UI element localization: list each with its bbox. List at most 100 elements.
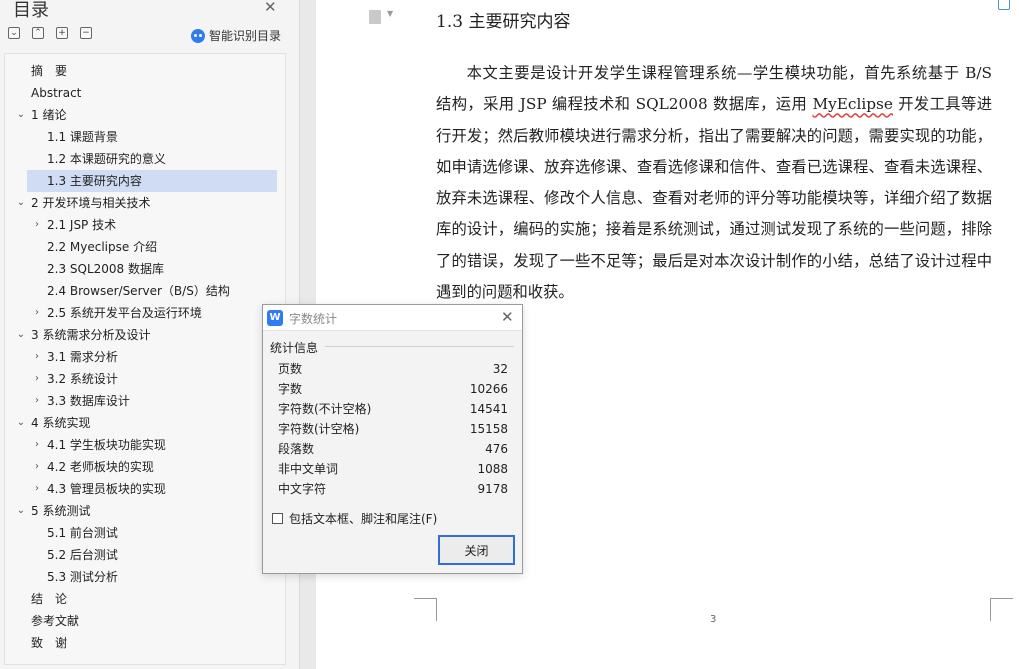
chevron-right-icon[interactable]: ›	[31, 434, 43, 456]
toc-item[interactable]: ⌄ 5 系统测试	[5, 500, 285, 522]
wps-logo-icon: W	[267, 310, 283, 326]
toc-item[interactable]: › 3.2 系统设计	[5, 368, 285, 390]
toc-item[interactable]: ⌄ 4 系统实现	[5, 412, 285, 434]
checkbox-label: 包括文本框、脚注和尾注(F)	[289, 512, 438, 526]
chevron-down-icon[interactable]: ▼	[387, 9, 393, 18]
expand-all-button[interactable]: ⌄	[8, 27, 20, 39]
stats-section-title: 统计信息	[270, 341, 319, 355]
toc-item[interactable]: 摘 要	[5, 60, 285, 82]
toc-item[interactable]: 结 论	[5, 588, 285, 610]
smart-toc-label: 智能识别目录	[209, 29, 282, 43]
toc-item[interactable]: 致 谢	[5, 632, 285, 654]
toc-item[interactable]: 参考文献	[5, 610, 285, 632]
toc-item[interactable]: ⌄ 3 系统需求分析及设计	[5, 324, 285, 346]
toc-item[interactable]: 2.2 Myeclipse 介绍	[5, 236, 285, 258]
stat-label: 页数	[278, 362, 303, 376]
close-button[interactable]: 关闭	[438, 535, 515, 565]
chevron-right-icon[interactable]: ›	[31, 302, 43, 324]
toc-item-label: 3.1 需求分析	[47, 350, 118, 364]
stat-row: 字数 10266	[278, 379, 508, 399]
toc-item-label: 4.3 管理员板块的实现	[47, 482, 166, 496]
toc-item[interactable]: › 3.3 数据库设计	[5, 390, 285, 412]
toc-item-label: 参考文献	[31, 614, 80, 628]
bookmark-icon[interactable]	[998, 0, 1010, 10]
toc-item[interactable]: › 4.1 学生板块功能实现	[5, 434, 285, 456]
toc-item[interactable]: 1.2 本课题研究的意义	[5, 148, 285, 170]
add-level-button[interactable]: +	[56, 27, 68, 39]
toc-item[interactable]: › 4.2 老师板块的实现	[5, 456, 285, 478]
toc-item-label: 5.3 测试分析	[47, 570, 118, 584]
chevron-down-icon[interactable]: ⌄	[15, 192, 27, 214]
toc-item-label: 1.2 本课题研究的意义	[47, 152, 166, 166]
body-paragraph: 本文主要是设计开发学生课程管理系统—学生模块功能，首先系统基于 B/S 结构，采…	[436, 58, 992, 308]
chevron-down-icon[interactable]: ⌄	[15, 324, 27, 346]
toc-item[interactable]: ⌄ 2 开发环境与相关技术	[5, 192, 285, 214]
toc-item[interactable]: 5.1 前台测试	[5, 522, 285, 544]
chevron-right-icon[interactable]: ›	[31, 214, 43, 236]
close-icon[interactable]: ✕	[264, 0, 277, 16]
toc-item-label: 3.2 系统设计	[47, 372, 118, 386]
stat-value: 15158	[469, 422, 508, 436]
stat-row: 字符数(计空格) 15158	[278, 419, 508, 439]
page-number: 3	[710, 614, 717, 625]
close-icon[interactable]: ✕	[501, 308, 514, 326]
toc-item-label: 2 开发环境与相关技术	[31, 196, 151, 210]
chevron-down-icon[interactable]: ⌄	[15, 500, 27, 522]
chevron-right-icon[interactable]: ›	[31, 456, 43, 478]
robot-icon	[191, 28, 205, 43]
toc-item-label: 1 绪论	[31, 108, 67, 122]
toc-item[interactable]: › 2.1 JSP 技术	[5, 214, 285, 236]
stat-label: 字符数(不计空格)	[278, 402, 372, 416]
chevron-down-icon[interactable]: ⌄	[15, 412, 27, 434]
toc-item-label: 4.2 老师板块的实现	[47, 460, 154, 474]
spellcheck-flagged-word[interactable]: MyEclipse	[812, 95, 893, 113]
stat-value: 9178	[477, 482, 508, 496]
toc-item[interactable]: Abstract	[5, 82, 285, 104]
toc-panel: 目录 ✕ ⌄ ⌃ + − 智能识别目录 摘 要 Abstract ⌄ 1 绪论 1.1 …	[0, 0, 300, 669]
remove-level-button[interactable]: −	[80, 27, 92, 39]
toc-item-label: 3.3 数据库设计	[47, 394, 130, 408]
toc-item-label: 致 谢	[31, 636, 68, 650]
chevron-right-icon[interactable]: ›	[31, 346, 43, 368]
stat-label: 非中文单词	[278, 462, 339, 476]
toc-item[interactable]: 5.3 测试分析	[5, 566, 285, 588]
toc-item[interactable]: › 3.1 需求分析	[5, 346, 285, 368]
toc-item-label: 2.1 JSP 技术	[47, 218, 117, 232]
stat-value: 10266	[469, 382, 508, 396]
stat-row: 中文字符 9178	[278, 479, 508, 499]
checkbox-box[interactable]	[272, 513, 283, 524]
chevron-right-icon[interactable]: ›	[31, 478, 43, 500]
toc-item[interactable]: 5.2 后台测试	[5, 544, 285, 566]
stat-value: 476	[485, 442, 508, 456]
collapse-all-button[interactable]: ⌃	[32, 27, 44, 39]
document-icon[interactable]	[369, 10, 381, 24]
chevron-right-icon[interactable]: ›	[31, 390, 43, 412]
stat-value: 14541	[469, 402, 508, 416]
stat-label: 字符数(计空格)	[278, 422, 360, 436]
toc-item-label: 5.1 前台测试	[47, 526, 118, 540]
include-textbox-checkbox[interactable]: 包括文本框、脚注和尾注(F)	[272, 510, 437, 527]
stat-label: 段落数	[278, 442, 315, 456]
stat-label: 中文字符	[278, 482, 327, 496]
toc-item[interactable]: 1.3 主要研究内容	[5, 170, 285, 192]
toc-item[interactable]: ⌄ 1 绪论	[5, 104, 285, 126]
stat-row: 段落数 476	[278, 439, 508, 459]
stat-label: 字数	[278, 382, 303, 396]
stats-list: 页数 32 字数 10266 字符数(不计空格) 14541 字符数(计空格) 15158 段落…	[278, 359, 508, 499]
toc-item[interactable]: 1.1 课题背景	[5, 126, 285, 148]
toc-item[interactable]: › 4.3 管理员板块的实现	[5, 478, 285, 500]
toc-item[interactable]: › 2.5 系统开发平台及运行环境	[5, 302, 285, 324]
toc-item[interactable]: 2.4 Browser/Server（B/S）结构	[5, 280, 285, 302]
smart-toc-button[interactable]: 智能识别目录	[191, 27, 281, 44]
toc-item-label: 3 系统需求分析及设计	[31, 328, 151, 342]
dialog-title: 字数统计	[289, 312, 338, 326]
chevron-down-icon[interactable]: ⌄	[15, 104, 27, 126]
toc-item[interactable]: 2.3 SQL2008 数据库	[5, 258, 285, 280]
stat-row: 页数 32	[278, 359, 508, 379]
stat-row: 非中文单词 1088	[278, 459, 508, 479]
dialog-titlebar[interactable]: W 字数统计 ✕	[263, 305, 522, 331]
section-divider	[325, 346, 514, 347]
chevron-right-icon[interactable]: ›	[31, 368, 43, 390]
paragraph-text-2: 开发工具等进行开发；然后教师模块进行需求分析，指出了需要解决的问题，需要实现的功…	[436, 95, 992, 302]
stat-value: 1088	[477, 462, 508, 476]
